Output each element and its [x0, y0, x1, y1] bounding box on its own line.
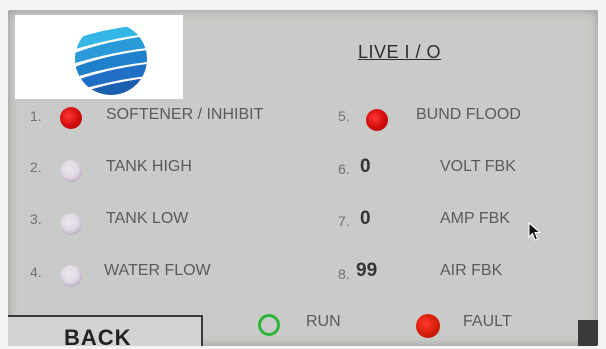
item-value: 0	[360, 208, 371, 229]
item-label: SOFTENER / INHIBIT	[106, 106, 264, 123]
back-button-label: BACK	[64, 325, 132, 346]
back-button[interactable]: BACK	[8, 315, 203, 346]
hmi-screen: LIVE I / O 1. SOFTENER / INHIBIT 2. TANK…	[8, 10, 598, 346]
item-value: 0	[360, 156, 371, 177]
item-label: WATER FLOW	[104, 262, 211, 279]
status-led-icon	[60, 160, 82, 182]
item-label: AIR FBK	[440, 262, 503, 279]
item-number: 6.	[338, 161, 350, 177]
item-label: VOLT FBK	[440, 158, 516, 175]
run-label: RUN	[306, 313, 341, 330]
item-label: TANK HIGH	[106, 158, 192, 175]
item-number: 3.	[30, 211, 42, 227]
fault-label: FAULT	[463, 313, 512, 330]
run-indicator-icon	[258, 314, 280, 336]
item-number: 5.	[338, 108, 350, 124]
status-led-icon	[60, 213, 82, 235]
corner-tab	[578, 320, 598, 346]
fault-indicator-icon	[416, 314, 440, 338]
mouse-cursor-icon	[528, 222, 542, 241]
item-number: 7.	[338, 213, 350, 229]
screen-title: LIVE I / O	[358, 42, 442, 62]
item-label: BUND FLOOD	[416, 106, 521, 123]
status-led-icon	[60, 107, 82, 129]
company-logo	[15, 15, 183, 99]
item-value: 99	[356, 260, 378, 281]
item-number: 2.	[30, 159, 42, 175]
item-number: 1.	[30, 108, 42, 124]
status-led-icon	[366, 109, 388, 131]
status-led-icon	[60, 265, 82, 287]
item-number: 4.	[30, 264, 42, 280]
globe-logo-icon	[75, 23, 147, 95]
item-number: 8.	[338, 266, 350, 282]
item-label: AMP FBK	[440, 210, 510, 227]
item-label: TANK LOW	[106, 210, 189, 227]
